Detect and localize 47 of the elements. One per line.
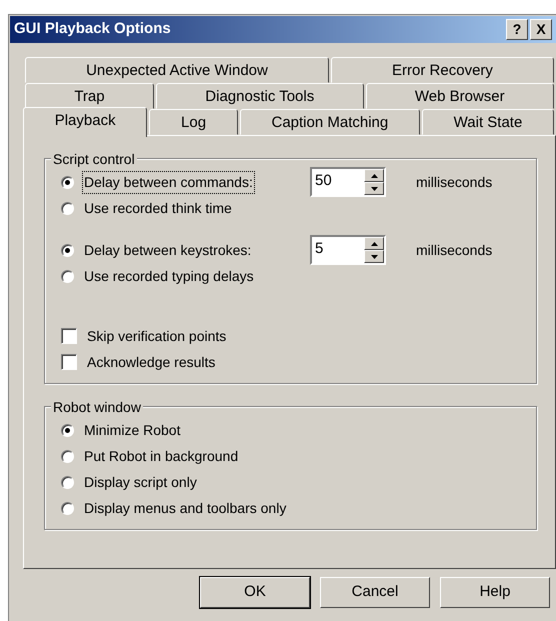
radio-button[interactable] — [61, 202, 74, 214]
option-label[interactable]: Skip verification points — [85, 324, 228, 348]
tab[interactable]: Diagnostic Tools — [156, 83, 364, 109]
tab[interactable]: Error Recovery — [330, 57, 554, 83]
option-label[interactable]: Delay between commands: — [82, 170, 255, 194]
tab[interactable]: Web Browser — [366, 83, 554, 109]
window-title: GUI Playback Options — [14, 19, 172, 40]
spin-up-button[interactable] — [364, 237, 384, 250]
radio-button[interactable] — [61, 176, 74, 188]
tab[interactable]: Unexpected Active Window — [25, 57, 329, 83]
down-arrow-icon — [370, 186, 378, 190]
close-button[interactable]: X — [530, 19, 552, 40]
checkbox[interactable] — [61, 354, 77, 370]
option-label[interactable]: Acknowledge results — [85, 350, 218, 374]
tab[interactable]: Trap — [25, 83, 154, 109]
option-label[interactable]: Put Robot in background — [82, 444, 240, 468]
option-label[interactable]: Minimize Robot — [82, 418, 182, 442]
dialog-button[interactable]: OK — [200, 577, 310, 608]
tab[interactable]: Log — [149, 109, 238, 135]
option-label[interactable]: Use recorded typing delays — [82, 264, 256, 288]
unit-label: milliseconds — [415, 240, 494, 260]
radio-button[interactable] — [61, 502, 74, 514]
radio-button[interactable] — [61, 244, 74, 256]
radio-button[interactable] — [61, 450, 74, 462]
option-label[interactable]: Use recorded think time — [82, 196, 234, 220]
radio-button[interactable] — [61, 424, 74, 436]
option-label[interactable]: Display script only — [82, 470, 199, 494]
radio-button[interactable] — [61, 270, 74, 282]
spin-up-button[interactable] — [364, 169, 384, 182]
down-arrow-icon — [370, 254, 378, 258]
spin-down-button[interactable] — [364, 182, 384, 195]
up-arrow-icon — [370, 242, 378, 246]
checkbox[interactable] — [61, 328, 77, 344]
option-label[interactable]: Display menus and toolbars only — [82, 496, 288, 520]
unit-label: milliseconds — [415, 172, 494, 192]
spin-down-button[interactable] — [364, 250, 384, 263]
tab[interactable]: Playback — [23, 107, 148, 137]
dialog-button[interactable]: Cancel — [320, 577, 430, 608]
spin-field[interactable]: 5 — [310, 235, 386, 265]
tab[interactable]: Caption Matching — [240, 109, 420, 135]
dialog-button[interactable]: Help — [440, 577, 550, 608]
tab[interactable]: Wait State — [422, 109, 554, 135]
option-label[interactable]: Delay between keystrokes: — [82, 238, 254, 262]
up-arrow-icon — [370, 174, 378, 178]
spin-field[interactable]: 50 — [310, 167, 386, 197]
radio-button[interactable] — [61, 476, 74, 488]
help-button[interactable]: ? — [506, 19, 528, 40]
